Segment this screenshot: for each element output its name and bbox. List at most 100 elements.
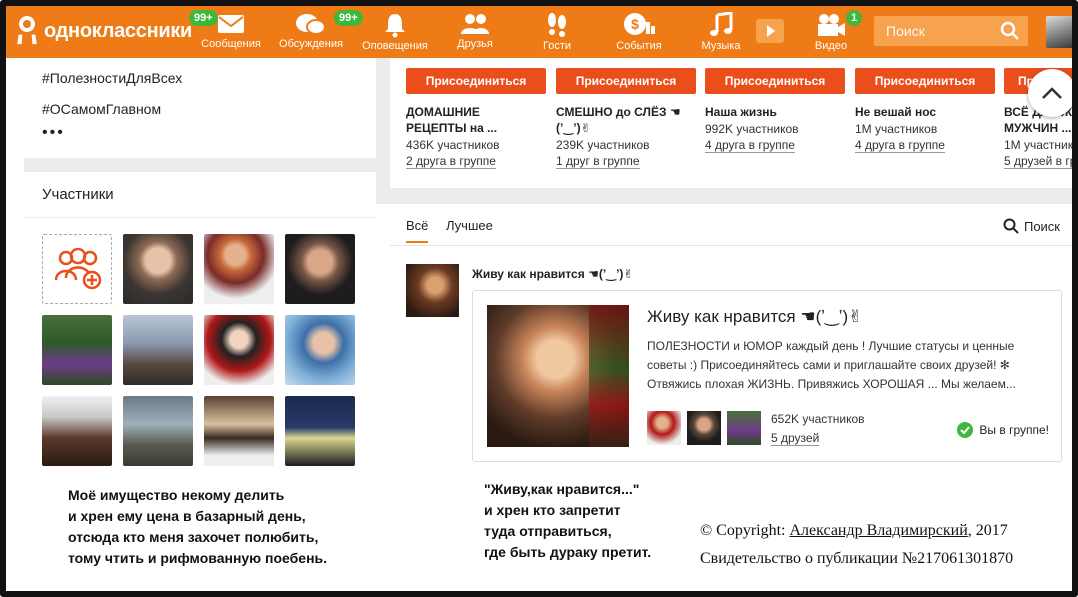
feed-search-button[interactable]: Поиск — [1003, 218, 1060, 234]
copyright-notice: © Copyright: Александр Владимирский, 201… — [700, 517, 1013, 573]
members-title[interactable]: Участники — [24, 172, 376, 218]
group-members-count: 1M участников — [855, 122, 938, 136]
envelope-icon — [218, 15, 244, 33]
group-friends-link[interactable]: 2 друга в группе — [406, 154, 496, 169]
scroll-to-top-button[interactable] — [1028, 69, 1072, 117]
left-column: #ПолезностиДляВсех #ОСамомГлавном ••• Уч… — [24, 58, 376, 476]
member-photo[interactable] — [123, 234, 193, 304]
member-photo[interactable] — [42, 396, 112, 466]
nav-label: Музыка — [701, 40, 741, 52]
member-photo[interactable] — [285, 315, 355, 385]
section-divider — [376, 188, 1072, 204]
poem-line: "Живу,как нравится..." — [484, 481, 640, 497]
nav-label: Друзья — [457, 38, 493, 50]
member-photo[interactable] — [204, 234, 274, 304]
copyright-line: © Copyright: Александр Владимирский, 201… — [700, 517, 1013, 545]
footprints-icon — [548, 13, 566, 37]
poem-line: и хрен ему цена в базарный день, — [68, 508, 306, 524]
post-author[interactable]: Живу как нравится ☚(ʼ‿ʼ)✌ — [472, 267, 633, 281]
video-badge: 1 — [846, 10, 863, 26]
user-avatar[interactable] — [1046, 16, 1072, 48]
membership-status[interactable]: Вы в группе! — [957, 422, 1049, 438]
group-card: Присоединиться СМЕШНО до СЛЁЗ ☚ (ʼ‿ʼ)✌ 2… — [556, 68, 696, 170]
tab-best[interactable]: Лучшее — [446, 218, 493, 233]
group-members-count: 992K участников — [705, 122, 799, 136]
poem-line: Моё имущество некому делить — [68, 487, 285, 503]
more-dots[interactable]: ••• — [42, 124, 358, 142]
hashtag-link[interactable]: #ОСамомГлавном — [42, 101, 358, 117]
group-avatar[interactable] — [406, 264, 459, 317]
group-card-large[interactable]: Живу как нравится ☚(ʼ‿ʼ)✌ ПОЛЕЗНОСТИ и Ю… — [472, 290, 1062, 462]
join-button[interactable]: Присоединиться — [705, 68, 845, 94]
poem-line: где быть дураку претит. — [484, 544, 652, 560]
poem-left: Моё имущество некому делить и хрен ему ц… — [68, 485, 327, 569]
group-friends-link[interactable]: 5 друзей в гр — [1004, 154, 1072, 169]
friend-avatar[interactable] — [687, 411, 721, 445]
search-icon[interactable] — [1000, 21, 1020, 41]
group-suggestions: Присоединиться ДОМАШНИЕ РЕЦЕПТЫ на ... 4… — [390, 58, 1072, 188]
group-card-title[interactable]: Живу как нравится ☚(ʼ‿ʼ)✌ — [647, 307, 862, 327]
group-friends-link[interactable]: 5 друзей — [771, 431, 820, 446]
search-box[interactable]: Поиск — [874, 16, 1028, 46]
join-button[interactable]: Присоединиться — [406, 68, 546, 94]
check-circle-icon — [957, 422, 974, 438]
group-members-count: 1M участник — [1004, 138, 1072, 152]
group-cover-image[interactable] — [487, 305, 629, 447]
logo-text: одноклассники — [44, 19, 193, 42]
group-name[interactable]: Наша жизнь — [705, 104, 845, 120]
group-friends-link[interactable]: 4 друга в группе — [855, 138, 945, 153]
group-members-count: 239K участников — [556, 138, 650, 152]
hashtag-link[interactable]: #ПолезностиДляВсех — [42, 70, 358, 86]
group-name[interactable]: ДОМАШНИЕ РЕЦЕПТЫ на ... — [406, 104, 546, 136]
group-card: Присоединиться Не вешай нос 1M участнико… — [855, 68, 995, 154]
play-button-icon[interactable] — [756, 19, 784, 43]
nav-messages[interactable]: Сообщения — [196, 12, 266, 50]
member-photo[interactable] — [123, 315, 193, 385]
group-card: Присоединиться ДОМАШНИЕ РЕЦЕПТЫ на ... 4… — [406, 68, 546, 170]
member-photo[interactable] — [204, 315, 274, 385]
member-photo[interactable] — [123, 396, 193, 466]
group-name[interactable]: Не вешай нос — [855, 104, 995, 120]
divider — [24, 158, 376, 172]
group-card: Присоединиться Наша жизнь 992K участнико… — [705, 68, 845, 154]
nav-label: События — [616, 40, 662, 52]
chat-bubbles-icon — [296, 14, 326, 35]
members-panel: Участники — [24, 172, 376, 476]
tab-all[interactable]: Всё — [406, 218, 429, 243]
group-card-description: ПОЛЕЗНОСТИ и ЮМОР каждый день ! Лучшие с… — [647, 339, 1016, 391]
friend-avatar[interactable] — [647, 411, 681, 445]
group-members-count: 652K участников — [771, 412, 865, 426]
feed-panel: Всё Лучшее Поиск Живу как нравится ☚(ʼ‿ʼ… — [390, 204, 1072, 504]
logo[interactable]: одноклассники — [14, 16, 192, 46]
join-button[interactable]: Присоединиться — [556, 68, 696, 94]
nav-label: Сообщения — [201, 38, 261, 50]
nav-label: Видео — [814, 40, 848, 52]
member-photo[interactable] — [285, 234, 355, 304]
nav-music[interactable]: Музыка — [686, 12, 756, 52]
video-camera-icon — [818, 14, 845, 36]
nav-events[interactable]: $ События — [604, 12, 674, 52]
member-photo[interactable] — [285, 396, 355, 466]
group-members-count: 436K участников — [406, 138, 500, 152]
author-link[interactable]: Александр Владимирский — [790, 522, 968, 539]
member-photo[interactable] — [42, 315, 112, 385]
invite-members-button[interactable] — [42, 234, 112, 304]
nav-notifications[interactable]: Оповещения — [360, 12, 430, 52]
nav-guests[interactable]: Гости — [522, 12, 592, 52]
group-friends-link[interactable]: 1 друг в группе — [556, 154, 640, 169]
member-photo[interactable] — [204, 396, 274, 466]
top-bar: одноклассники 99+ Сообщения Обсуждения 9… — [6, 6, 1072, 58]
svg-text:$: $ — [631, 16, 639, 32]
poem-line: тому чтить и рифмованную поебень. — [68, 550, 328, 566]
events-icon: $ — [624, 13, 655, 35]
membership-status-label: Вы в группе! — [979, 423, 1049, 437]
copyright-prefix: © Copyright: — [700, 522, 790, 539]
friend-avatar[interactable] — [727, 411, 761, 445]
chevron-up-icon — [1042, 87, 1062, 99]
feed-tabs: Всё Лучшее Поиск — [390, 204, 1072, 246]
group-name[interactable]: СМЕШНО до СЛЁЗ ☚ (ʼ‿ʼ)✌ — [556, 104, 696, 136]
join-button[interactable]: Присоединиться — [855, 68, 995, 94]
nav-friends[interactable]: Друзья — [440, 12, 510, 50]
group-friends-link[interactable]: 4 друга в группе — [705, 138, 795, 153]
ok-logo-icon — [14, 16, 40, 46]
